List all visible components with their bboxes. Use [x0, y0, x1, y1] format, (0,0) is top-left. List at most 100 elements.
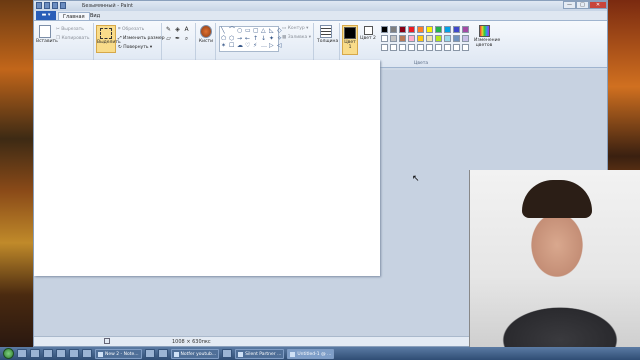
shape-option[interactable]: … [261, 43, 268, 50]
palette-swatch[interactable] [426, 44, 433, 51]
color2-button[interactable]: Цвет 2 [360, 25, 376, 55]
palette-swatch[interactable] [417, 44, 424, 51]
rotate-button[interactable]: ↻ Повернуть ▾ [118, 44, 152, 51]
start-button[interactable] [3, 348, 14, 359]
shape-option[interactable]: ▢ [253, 28, 260, 35]
palette-swatch[interactable] [390, 26, 397, 33]
text-icon[interactable]: A [183, 26, 190, 33]
file-menu-button[interactable]: ▬ ▾ [36, 11, 56, 20]
size-button[interactable]: Толщина [317, 25, 338, 44]
copy-button[interactable]: ❐ Копировать [56, 35, 90, 42]
shape-option[interactable]: ▷ [269, 43, 276, 50]
paste-button[interactable]: Вставить [36, 25, 58, 44]
palette-swatch[interactable] [426, 35, 433, 42]
palette-swatch[interactable] [399, 44, 406, 51]
taskbar-app-notepad[interactable]: New 2 - Note... [95, 348, 142, 359]
rotate-label: Повернуть ▾ [123, 45, 153, 50]
shape-option[interactable]: ✦ [269, 35, 276, 43]
palette-swatch[interactable] [399, 26, 406, 33]
palette-swatch[interactable] [381, 26, 388, 33]
color-palette [381, 26, 469, 51]
fill-icon[interactable]: ◈ [174, 26, 181, 33]
palette-swatch[interactable] [462, 35, 469, 42]
color-picker-icon[interactable]: ✒ [174, 35, 181, 42]
shape-option[interactable]: ♡ [245, 43, 252, 50]
palette-swatch[interactable] [462, 26, 469, 33]
palette-swatch[interactable] [390, 44, 397, 51]
shape-option[interactable]: ⌒ [229, 28, 236, 35]
maximize-button[interactable]: □ [576, 1, 589, 9]
palette-swatch[interactable] [390, 35, 397, 42]
shape-option[interactable]: ○ [237, 28, 244, 35]
folder-icon[interactable] [222, 349, 233, 358]
taskbar-app-silent-partner[interactable]: Silent Partner ... [235, 348, 285, 359]
palette-swatch[interactable] [417, 35, 424, 42]
palette-swatch[interactable] [453, 26, 460, 33]
palette-swatch[interactable] [453, 35, 460, 42]
shape-option[interactable]: ◺ [269, 28, 276, 35]
crop-button[interactable]: ⌗ Обрезать [118, 26, 144, 33]
palette-swatch[interactable] [444, 35, 451, 42]
shape-option[interactable]: ◁ [277, 43, 284, 50]
save-icon[interactable] [44, 2, 50, 9]
shape-option[interactable]: ☐ [229, 43, 236, 50]
resize-button[interactable]: ⤢ Изменить размер [118, 35, 165, 42]
shape-option[interactable]: ╲ [221, 28, 228, 35]
palette-swatch[interactable] [426, 26, 433, 33]
shape-option[interactable]: ↑ [253, 35, 260, 43]
palette-swatch[interactable] [408, 35, 415, 42]
drawing-canvas[interactable] [34, 60, 380, 276]
firefox-icon[interactable] [56, 349, 66, 358]
pencil-icon[interactable]: ✎ [165, 26, 172, 33]
outline-button[interactable]: ▭ Контур ▾ [282, 26, 308, 31]
palette-swatch[interactable] [381, 35, 388, 42]
redo-icon[interactable] [60, 2, 66, 9]
palette-swatch[interactable] [444, 26, 451, 33]
palette-swatch[interactable] [399, 35, 406, 42]
shape-option[interactable]: ⬠ [221, 35, 228, 43]
tab-home[interactable]: Главная [58, 12, 90, 20]
chrome-icon[interactable] [82, 349, 92, 358]
shape-option[interactable]: ↓ [261, 35, 268, 43]
brushes-button[interactable]: Кисти [197, 25, 215, 44]
magnifier-icon[interactable]: ⌕ [183, 35, 190, 42]
window-title: Безымянный - Paint [82, 3, 133, 9]
palette-swatch[interactable] [444, 44, 451, 51]
shape-option[interactable]: ☁ [237, 43, 244, 50]
shape-option[interactable]: ⬡ [229, 35, 236, 43]
close-button[interactable]: ✕ [589, 1, 607, 9]
palette-swatch[interactable] [381, 44, 388, 51]
minimize-button[interactable]: — [563, 1, 576, 9]
color1-button[interactable]: Цвет 1 [342, 25, 358, 55]
tab-view[interactable]: Вид [86, 12, 104, 20]
palette-swatch[interactable] [453, 44, 460, 51]
shape-option[interactable]: → [237, 35, 244, 43]
palette-swatch[interactable] [408, 44, 415, 51]
explorer-icon[interactable] [17, 349, 27, 358]
taskbar-app-youtube[interactable]: Notfer youtub... [170, 348, 220, 359]
paint-taskbar-icon[interactable] [144, 349, 155, 358]
cut-button[interactable]: ✂ Вырезать [56, 26, 84, 33]
app-icon[interactable] [69, 349, 79, 358]
select-button[interactable]: Выделить [96, 25, 121, 53]
shape-option[interactable]: ← [245, 35, 252, 43]
shape-option[interactable]: △ [261, 28, 268, 35]
palette-swatch[interactable] [408, 26, 415, 33]
palette-swatch[interactable] [435, 26, 442, 33]
edit-colors-button[interactable]: Изменение цветов [474, 25, 500, 48]
undo-icon[interactable] [52, 2, 58, 9]
media-icon[interactable] [43, 349, 53, 358]
palette-swatch[interactable] [435, 44, 442, 51]
palette-swatch[interactable] [417, 26, 424, 33]
shape-option[interactable]: ▭ [245, 28, 252, 35]
tv-icon[interactable] [157, 349, 168, 358]
shape-option[interactable]: ⚡ [253, 43, 260, 50]
taskbar-app-untitled[interactable]: Untitled-1 @ ... [287, 348, 335, 359]
palette-swatch[interactable] [462, 44, 469, 51]
eraser-icon[interactable]: ▱ [165, 35, 172, 42]
palette-swatch[interactable] [435, 35, 442, 42]
shape-option[interactable]: ✶ [221, 43, 228, 50]
app-menu-icon[interactable] [36, 2, 42, 9]
browser-icon[interactable] [30, 349, 40, 358]
fill-button[interactable]: ▩ Заливка ▾ [282, 35, 311, 40]
